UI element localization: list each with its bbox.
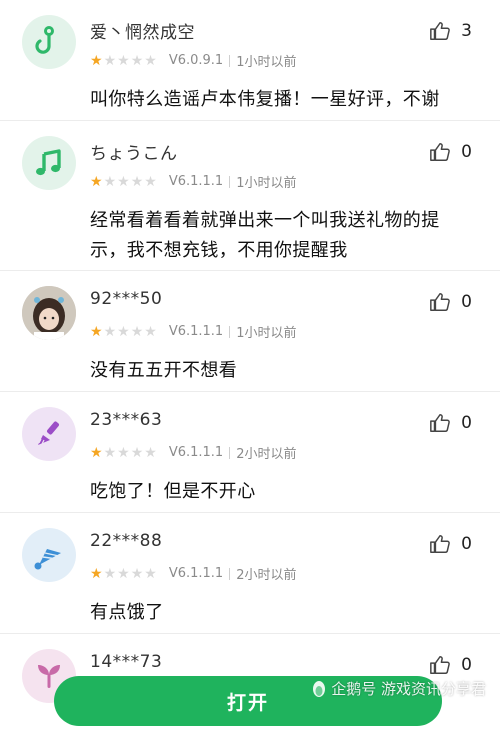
- star-empty-icon: ★: [117, 52, 130, 69]
- review-meta: ★ ★ ★ ★ ★ V6.1.1.1 1小时以前: [90, 322, 296, 341]
- like-button[interactable]: 3: [429, 20, 472, 42]
- star-empty-icon: ★: [103, 173, 117, 190]
- star-empty-icon: ★: [103, 52, 117, 69]
- watermark: 企鹅号 游戏资讯分享君: [311, 678, 486, 699]
- divider: [229, 446, 231, 459]
- star-empty-icon: ★: [103, 565, 117, 582]
- review-item: 22***88 ★ ★ ★ ★ ★ V6.1.1.1 2小时以前 有点饿了 0: [0, 513, 500, 634]
- shuttlecock-icon: [34, 549, 61, 570]
- app-version: V6.1.1.1: [168, 324, 224, 339]
- rating-stars: ★ ★ ★ ★ ★: [90, 446, 157, 460]
- like-button[interactable]: 0: [429, 291, 472, 313]
- like-button[interactable]: 0: [429, 654, 472, 676]
- thumbs-up-icon: [430, 535, 451, 553]
- review-content: 没有五五开不想看: [90, 360, 238, 381]
- review-time: 2小时以前: [236, 568, 297, 583]
- review-time: 1小时以前: [236, 55, 297, 70]
- star-empty-icon: ★: [117, 323, 130, 340]
- penguin-logo-icon: [313, 680, 326, 697]
- review-content: 叫你特么造谣卢本伟复播！一星好评，不谢: [90, 89, 440, 110]
- review-item: 23***63 ★ ★ ★ ★ ★ V6.1.1.1 2小时以前 吃饱了！但是不…: [0, 392, 500, 513]
- like-count: 0: [461, 292, 472, 312]
- avatar[interactable]: [22, 407, 76, 461]
- like-count: 0: [461, 413, 472, 433]
- rating-stars: ★ ★ ★ ★ ★: [90, 175, 157, 189]
- star-filled-icon: ★: [90, 565, 103, 582]
- review-time: 1小时以前: [236, 176, 297, 191]
- star-empty-icon: ★: [130, 444, 144, 461]
- app-version: V6.1.1.1: [168, 566, 224, 581]
- reviewer-name: 23***63: [90, 410, 163, 430]
- review-list: 爱丶惘然成空 ★ ★ ★ ★ ★ V6.0.9.1 1小时以前 叫你特么造谣卢本…: [0, 0, 500, 755]
- thumbs-up-icon: [430, 414, 451, 432]
- review-item: 92***50 ★ ★ ★ ★ ★ V6.1.1.1 1小时以前 没有五五开不想…: [0, 271, 500, 392]
- avatar[interactable]: [22, 286, 76, 340]
- photo-avatar: [22, 286, 76, 340]
- star-empty-icon: ★: [130, 565, 144, 582]
- star-empty-icon: ★: [117, 444, 130, 461]
- like-count: 0: [461, 142, 472, 162]
- music-note-icon: [36, 149, 61, 176]
- rating-stars: ★ ★ ★ ★ ★: [90, 567, 157, 581]
- thumbs-up-icon: [430, 22, 451, 40]
- avatar[interactable]: [22, 136, 76, 190]
- divider: [229, 567, 231, 580]
- thumbs-up-icon: [430, 656, 451, 674]
- like-button[interactable]: 0: [429, 141, 472, 163]
- review-time: 1小时以前: [236, 326, 297, 341]
- review-item: ちょうこん ★ ★ ★ ★ ★ V6.1.1.1 1小时以前 经常看着看着就弹出…: [0, 121, 500, 271]
- thumbs-up-icon: [430, 293, 451, 311]
- like-count: 3: [461, 21, 472, 41]
- divider: [229, 325, 231, 338]
- app-version: V6.0.9.1: [168, 53, 224, 68]
- avatar[interactable]: [22, 528, 76, 582]
- rating-stars: ★ ★ ★ ★ ★: [90, 325, 157, 339]
- reviewer-name: 14***73: [90, 652, 163, 672]
- avatar[interactable]: [22, 15, 76, 69]
- review-item: 爱丶惘然成空 ★ ★ ★ ★ ★ V6.0.9.1 1小时以前 叫你特么造谣卢本…: [0, 0, 500, 121]
- review-content: 有点饿了: [90, 602, 164, 623]
- like-button[interactable]: 0: [429, 533, 472, 555]
- like-button[interactable]: 0: [429, 412, 472, 434]
- star-filled-icon: ★: [90, 444, 103, 461]
- review-content: 吃饱了！但是不开心: [90, 481, 256, 502]
- divider: [229, 54, 231, 67]
- open-app-label: 打开: [226, 692, 269, 714]
- star-empty-icon: ★: [130, 323, 144, 340]
- star-empty-icon: ★: [117, 173, 130, 190]
- like-count: 0: [461, 534, 472, 554]
- reviewer-name: 爱丶惘然成空: [90, 23, 195, 43]
- reviewer-name: 92***50: [90, 289, 163, 309]
- star-filled-icon: ★: [90, 323, 103, 340]
- watermark-text: 企鹅号 游戏资讯分享君: [331, 680, 486, 698]
- app-version: V6.1.1.1: [168, 174, 224, 189]
- review-meta: ★ ★ ★ ★ ★ V6.0.9.1 1小时以前: [90, 51, 296, 70]
- star-empty-icon: ★: [117, 565, 130, 582]
- star-filled-icon: ★: [90, 52, 103, 69]
- star-empty-icon: ★: [103, 444, 117, 461]
- star-empty-icon: ★: [144, 323, 157, 340]
- star-empty-icon: ★: [144, 444, 157, 461]
- rating-stars: ★ ★ ★ ★ ★: [90, 54, 157, 68]
- star-filled-icon: ★: [90, 173, 103, 190]
- star-empty-icon: ★: [144, 173, 157, 190]
- review-meta: ★ ★ ★ ★ ★ V6.1.1.1 2小时以前: [90, 443, 296, 462]
- review-time: 2小时以前: [236, 447, 297, 462]
- star-empty-icon: ★: [103, 323, 117, 340]
- app-version: V6.1.1.1: [168, 445, 224, 460]
- brush-icon: [38, 421, 59, 445]
- review-meta: ★ ★ ★ ★ ★ V6.1.1.1 2小时以前: [90, 564, 296, 583]
- review-meta: ★ ★ ★ ★ ★ V6.1.1.1 1小时以前: [90, 172, 296, 191]
- divider: [229, 175, 231, 188]
- star-empty-icon: ★: [144, 565, 157, 582]
- reviewer-name: ちょうこん: [90, 144, 178, 164]
- hook-icon: [35, 26, 54, 54]
- thumbs-up-icon: [430, 143, 451, 161]
- reviewer-name: 22***88: [90, 531, 163, 551]
- star-empty-icon: ★: [144, 52, 157, 69]
- review-content: 经常看着看着就弹出来一个叫我送礼物的提示，我不想充钱，不用你提醒我: [90, 210, 440, 261]
- like-count: 0: [461, 655, 472, 675]
- star-empty-icon: ★: [130, 52, 144, 69]
- star-empty-icon: ★: [130, 173, 144, 190]
